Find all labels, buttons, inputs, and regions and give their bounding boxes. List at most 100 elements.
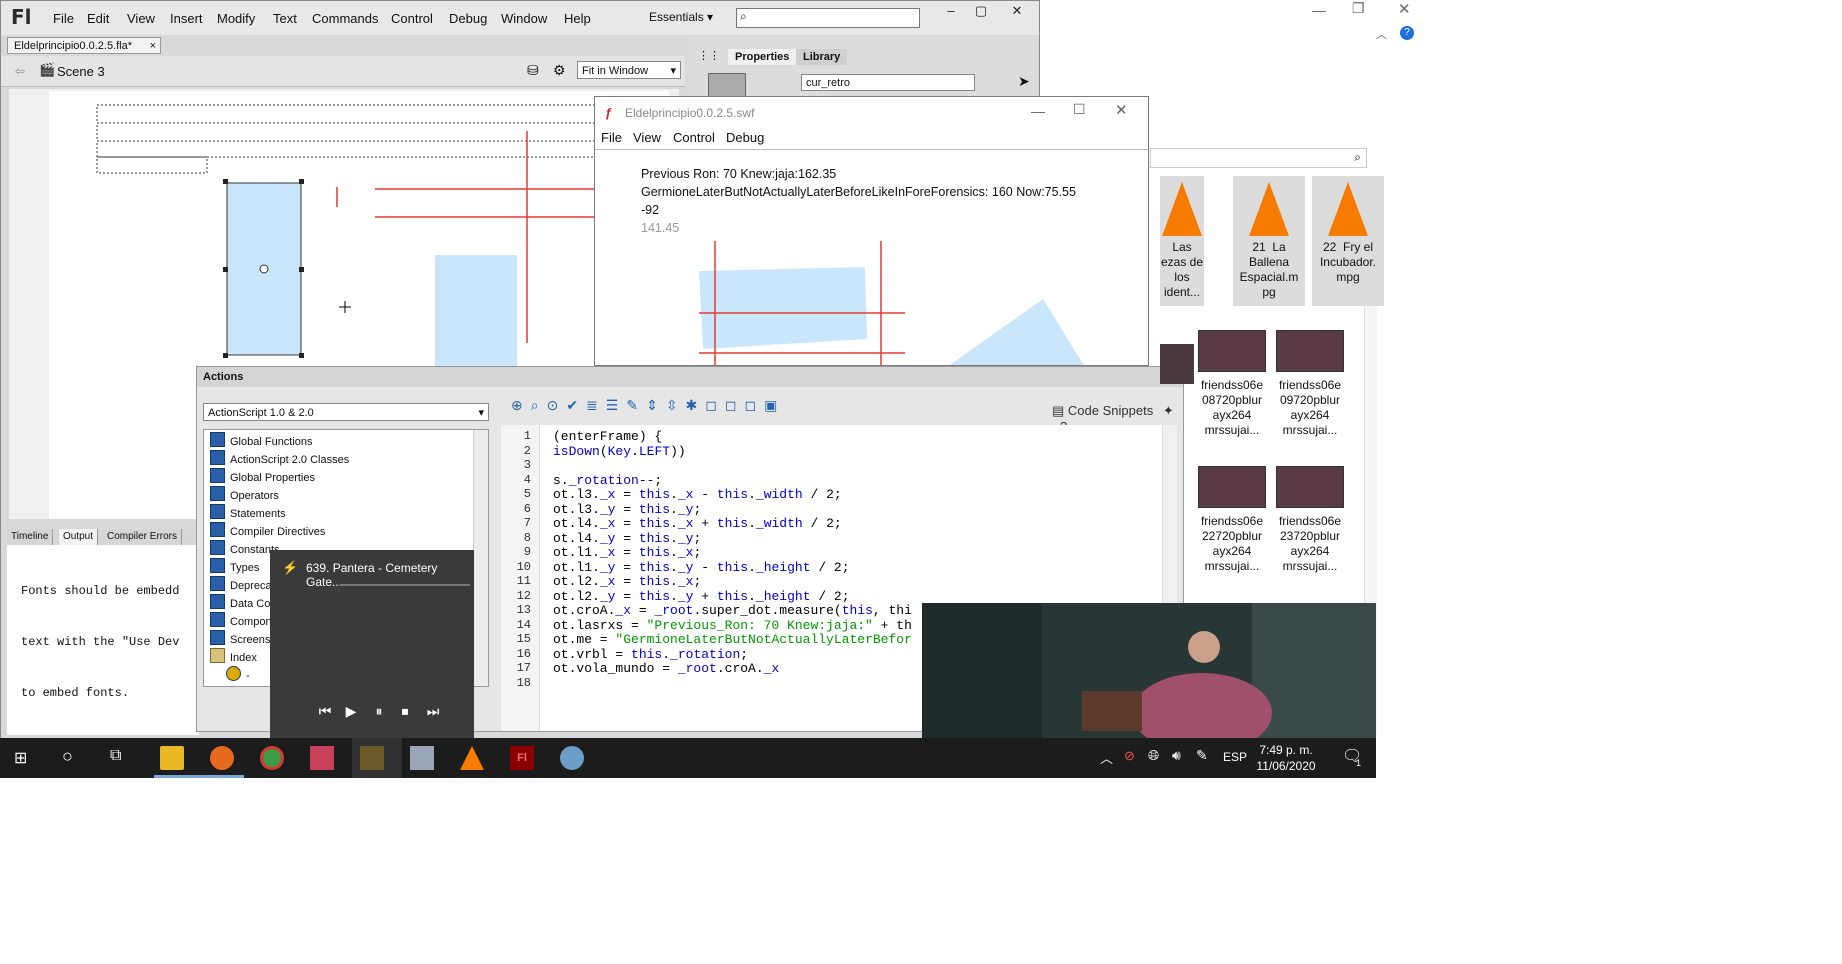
edit-symbol-icon[interactable]: ⚙ [553,62,566,79]
menu-commands[interactable]: Commands [312,11,378,26]
target-icon[interactable]: ⊙ [547,397,567,413]
language-indicator[interactable]: ESP [1223,750,1247,764]
zoom-select[interactable]: Fit in Window ▾ [577,61,681,79]
tree-scrollbar[interactable] [473,430,488,686]
selection-tool-icon[interactable]: ➤ [1018,73,1030,90]
photos-icon[interactable] [410,746,434,770]
tab-library[interactable]: Library [796,49,848,65]
collapse-icon[interactable]: ⇕ [646,397,666,413]
swf-menu-control[interactable]: Control [673,130,715,145]
chevron-up-icon[interactable]: ︿ [1100,748,1113,767]
flash-app-icon[interactable]: Fl [510,746,534,770]
volume-icon[interactable]: 🔊︎ [1172,747,1181,764]
menu-window[interactable]: Window [501,11,547,26]
edit-scene-icon[interactable]: ⛁ [527,62,539,79]
tree-item[interactable]: Compiler Directives [210,522,325,540]
swf-menu-debug[interactable]: Debug [726,130,764,145]
actionscript-version-select[interactable]: ActionScript 1.0 & 2.0 ▾ [203,403,489,421]
cortana-search-icon[interactable]: ○ [62,746,73,767]
remove-comment-icon[interactable]: ◻ [745,397,765,413]
wand-icon[interactable]: ✦ [1163,403,1174,418]
workspace-selector[interactable]: Essentials ▾ [649,10,713,24]
stop-button[interactable]: ⏹ [394,700,416,722]
find-icon[interactable]: ⌕ [531,397,547,413]
task-view-icon[interactable]: ⧉ [110,747,121,765]
firefox-icon[interactable] [210,746,234,770]
tree-item[interactable]: Global Properties [210,468,315,486]
help-search-input[interactable]: ⌕ [736,8,920,28]
menu-modify[interactable]: Modify [217,11,255,26]
menu-debug[interactable]: Debug [449,11,487,26]
tree-item[interactable]: Operators [210,486,279,504]
swf-menu-view[interactable]: View [633,130,661,145]
tree-item[interactable]: ActionScript 2.0 Classes [210,450,349,468]
file-explorer-icon[interactable] [160,746,184,770]
tree-item[interactable]: Statements [210,504,286,522]
maximize-button[interactable]: ▢ [963,3,999,21]
tree-item[interactable]: - [226,666,250,684]
chrome-icon[interactable] [260,746,284,770]
minimize-button[interactable]: — [1312,2,1326,18]
maximize-button[interactable]: ☐ [1073,101,1086,118]
line-comment-icon[interactable]: ◻ [725,397,745,413]
menu-file[interactable]: File [53,11,74,26]
auto-format-icon[interactable]: ≣ [586,397,606,413]
tab-output[interactable]: Output [59,529,99,545]
menu-insert[interactable]: Insert [170,11,203,26]
menu-help[interactable]: Help [564,11,591,26]
media-editor-icon[interactable] [310,746,334,770]
video-file[interactable]: friendss06e 23720pblur ayx264 mrssujai..… [1274,466,1346,574]
close-icon[interactable]: × [150,38,156,54]
tree-item[interactable]: Screens [210,630,270,648]
code-hint-icon[interactable]: ☰ [606,397,627,413]
globe-icon[interactable]: 🌐︎ [1148,747,1159,764]
vlc-file[interactable]: Las ezas de los ident... [1160,176,1204,306]
minimize-button[interactable]: — [1031,103,1045,119]
video-file[interactable]: friendss06e 08720pblur ayx264 mrssujai..… [1196,330,1268,438]
close-button[interactable]: ✕ [1115,101,1128,119]
tab-compiler-errors[interactable]: Compiler Errors [103,529,183,545]
panel-menu-icon[interactable]: ⋮⋮ [698,49,720,62]
check-syntax-icon[interactable]: ✔ [566,397,586,413]
video-file[interactable]: friendss06e 09720pblur ayx264 mrssujai..… [1274,330,1346,438]
tab-timeline[interactable]: Timeline [7,529,54,545]
chevron-up-icon[interactable]: ︿ [1376,26,1387,42]
menu-view[interactable]: View [127,11,155,26]
paint-icon[interactable] [560,746,584,770]
back-arrow-icon[interactable]: ⇦ [15,64,25,78]
pause-button[interactable]: ⏸ [368,700,390,722]
restore-button[interactable]: ❐ [1352,0,1365,17]
menu-edit[interactable]: Edit [87,11,109,26]
menu-control[interactable]: Control [391,11,433,26]
add-statement-icon[interactable]: ⊕ [511,397,531,413]
play-button[interactable]: ▶ [340,700,362,722]
tab-properties[interactable]: Properties [728,49,797,65]
pen-icon[interactable]: ✎ [1196,747,1208,764]
video-playback[interactable] [922,603,1376,738]
debug-options-icon[interactable]: ✎ [626,397,646,413]
explorer-search-input[interactable]: ⌕ [1150,148,1367,168]
video-file[interactable]: friendss06e 22720pblur ayx264 mrssujai..… [1196,466,1268,574]
tree-item[interactable]: Types [210,558,259,576]
swf-menu-file[interactable]: File [601,130,622,145]
tree-item[interactable]: Global Functions [210,432,313,450]
close-button[interactable]: ✕ [1398,0,1411,18]
clock[interactable]: 7:49 p. m. 11/06/2020 [1246,742,1326,774]
vlc-file[interactable]: 21 La Ballena Espacial.m pg [1233,176,1305,306]
vlc-file[interactable]: 22 Fry el Incubador. mpg [1312,176,1384,306]
expand-all-icon[interactable]: ✱ [686,397,706,413]
menu-text[interactable]: Text [273,11,297,26]
next-button[interactable]: ⏭ [422,700,444,722]
previous-button[interactable]: ⏮ [314,700,336,722]
windows-start-icon[interactable]: ⊞ [14,748,27,768]
network-error-icon[interactable]: ⊘ [1124,748,1135,764]
document-tab[interactable]: Eldelprincipio0.0.2.5.fla* × [7,37,161,54]
help-icon[interactable]: ? [1400,26,1414,40]
collapse-selection-icon[interactable]: ⇳ [666,397,686,413]
toolbox-icon[interactable]: ▣ [764,397,785,413]
tree-item[interactable]: Index [210,648,257,666]
instance-name-input[interactable]: cur_retro [801,74,975,91]
vlc-icon[interactable] [460,746,484,770]
comment-icon[interactable]: ◻ [705,397,725,413]
close-button[interactable]: ✕ [999,3,1035,21]
